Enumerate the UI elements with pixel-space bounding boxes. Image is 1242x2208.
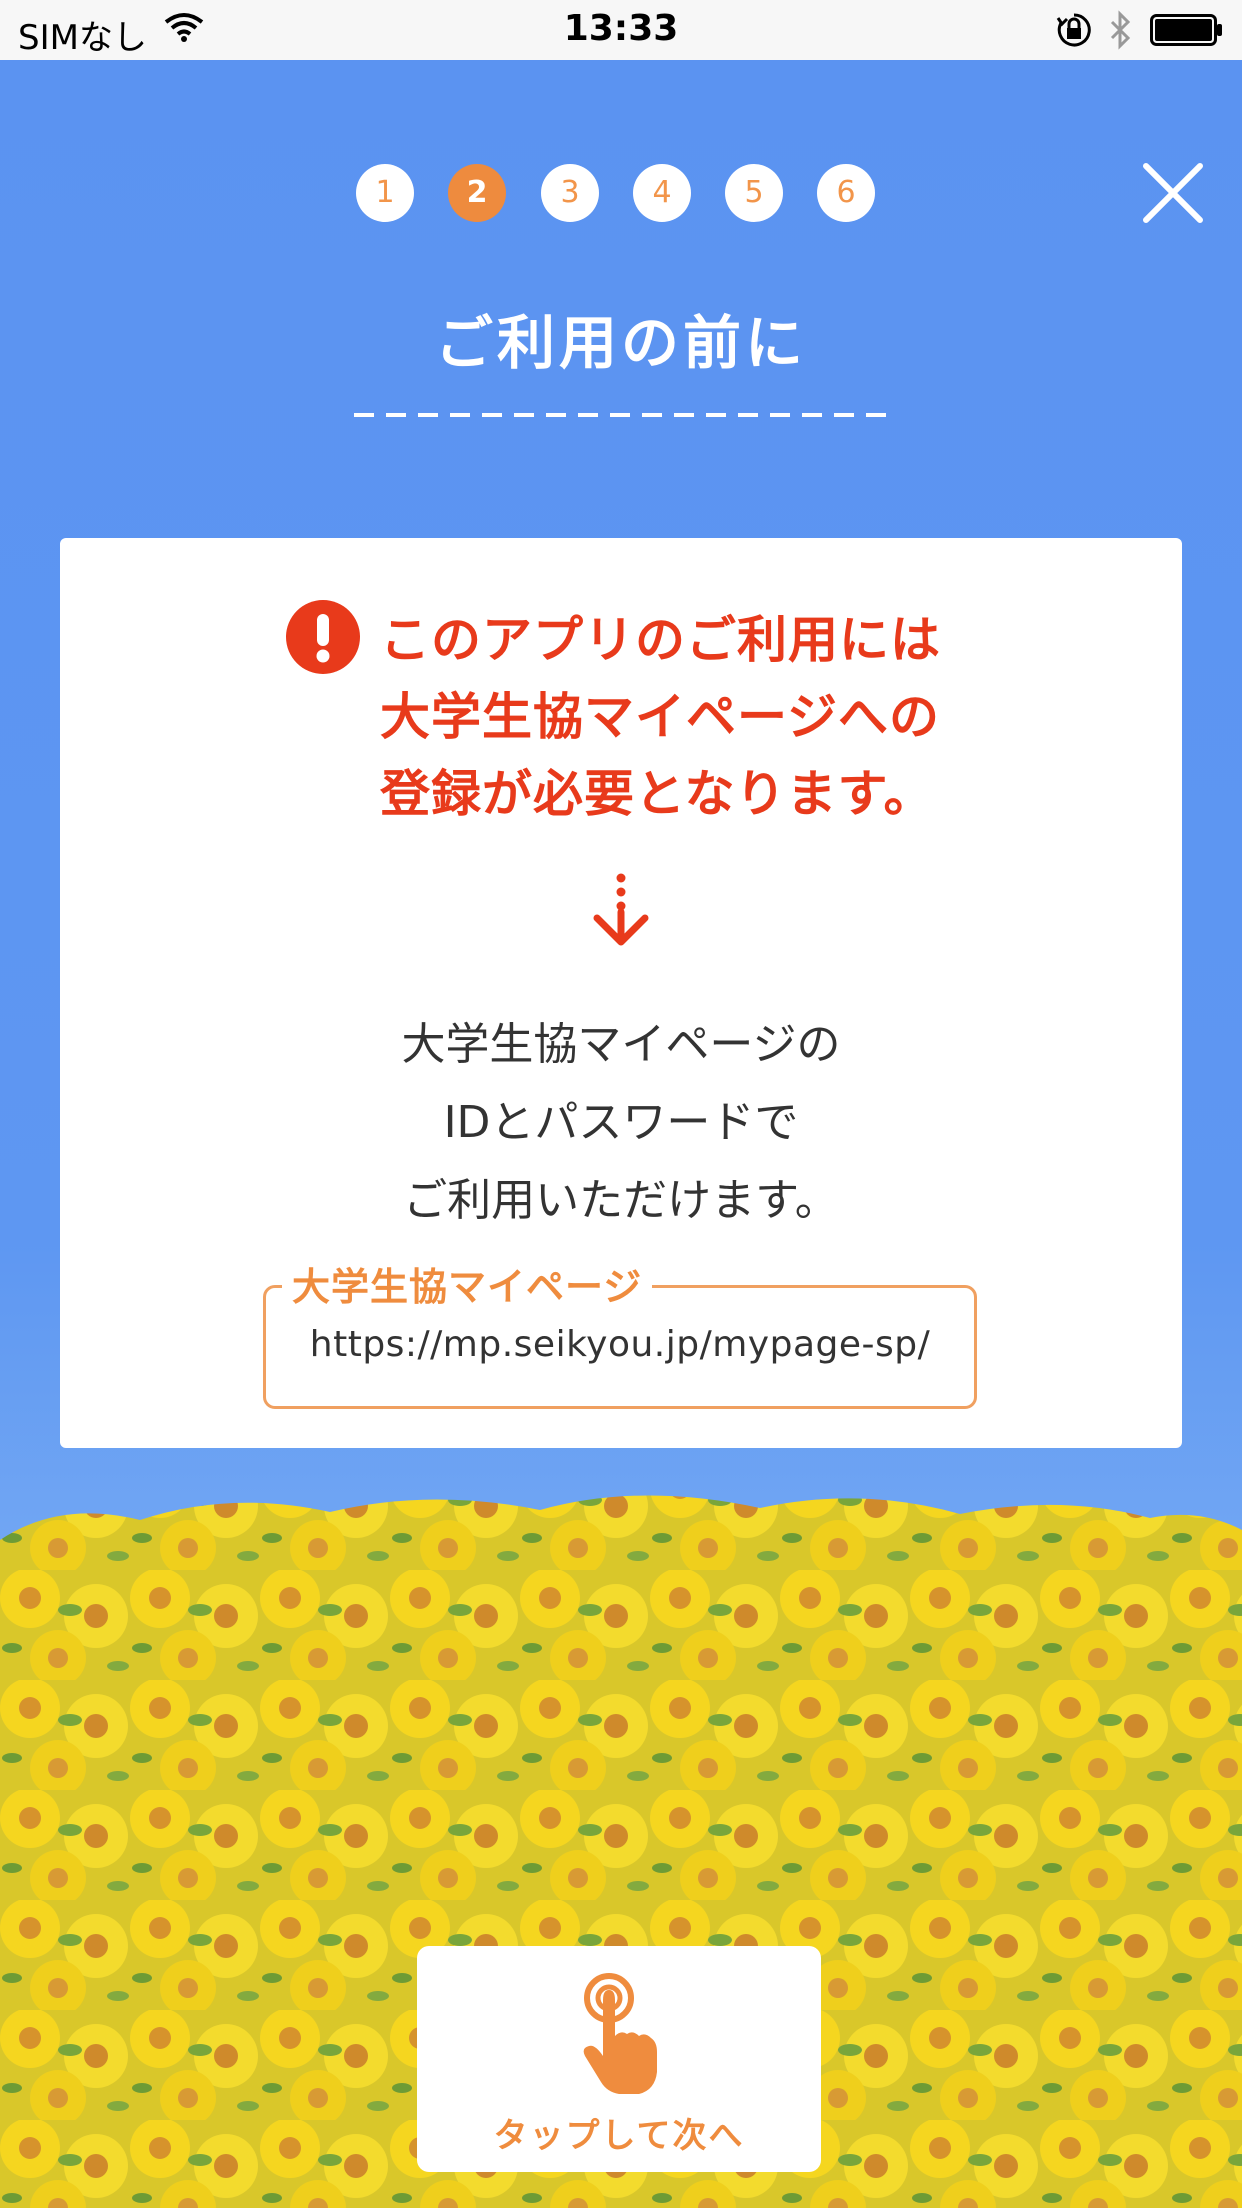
step-4[interactable]: 4 [633,164,691,222]
background: 1 2 3 4 5 6 ご利用の前に このアプリのご利用には 大学生協マイページ… [0,60,1242,2208]
step-indicator: 1 2 3 4 5 6 [0,164,1242,224]
info-line: IDとパスワードで [443,1097,799,1148]
step-1[interactable]: 1 [356,164,414,222]
page-title: ご利用の前に [434,309,807,377]
login-info: 大学生協マイページの IDとパスワードで ご利用いただけます。 [60,1006,1182,1240]
registration-warning: このアプリのご利用には 大学生協マイページへの 登録が必要となります。 [380,602,1080,833]
tap-finger-icon [583,1973,657,2094]
battery-icon [1150,14,1224,50]
step-2-active[interactable]: 2 [448,164,506,222]
step-6[interactable]: 6 [817,164,875,222]
step-3[interactable]: 3 [541,164,599,222]
orientation-lock-icon [1056,12,1092,52]
arrow-down-icon [593,873,649,946]
info-line: 大学生協マイページの [401,1019,841,1070]
next-button-label: タップして次へ [493,2116,745,2156]
warning-icon [286,600,360,674]
next-button[interactable]: タップして次へ [417,1946,821,2172]
warning-line: 大学生協マイページへの [380,688,940,746]
close-icon [1143,163,1203,223]
close-button[interactable] [1142,162,1204,224]
bluetooth-icon [1108,10,1134,54]
info-card: このアプリのご利用には 大学生協マイページへの 登録が必要となります。 大学生協… [60,538,1182,1448]
step-5[interactable]: 5 [725,164,783,222]
mypage-link-box[interactable]: 大学生協マイページ https://mp.seikyou.jp/mypage-s… [263,1256,977,1409]
mypage-link-label: 大学生協マイページ [282,1256,653,1311]
mypage-url[interactable]: https://mp.seikyou.jp/mypage-sp/ [266,1324,974,1365]
warning-line: 登録が必要となります。 [380,765,935,823]
status-bar: SIMなし 13:33 [0,0,1242,60]
warning-line: このアプリのご利用には [380,611,941,669]
info-line: ご利用いただけます。 [403,1175,839,1226]
title-underline [354,413,888,417]
